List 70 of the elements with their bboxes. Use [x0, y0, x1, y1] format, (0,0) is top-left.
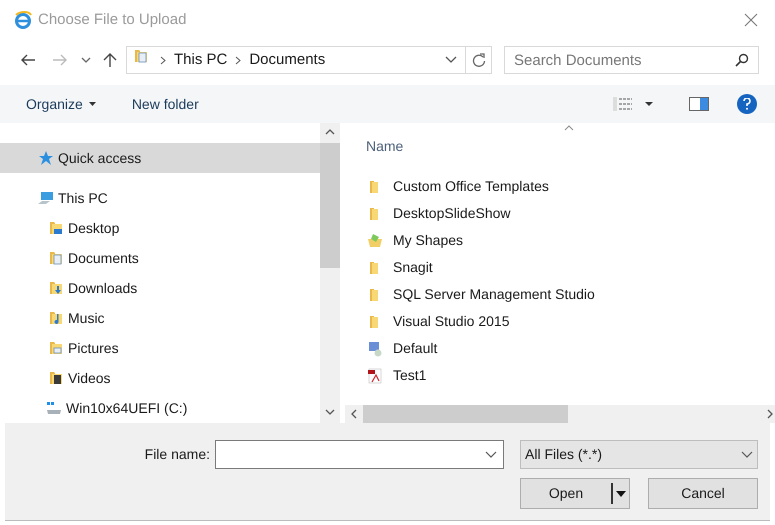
file-type-dropdown[interactable]: All Files (*.*) — [520, 440, 758, 469]
videos-folder-icon — [48, 370, 64, 386]
file-item[interactable]: Test1 — [345, 362, 775, 389]
scrollbar-thumb[interactable] — [320, 143, 340, 268]
shapes-folder-icon — [367, 232, 383, 248]
address-bar[interactable]: This PC Documents — [126, 46, 492, 74]
back-arrow-icon — [20, 54, 36, 66]
breadcrumb-item[interactable]: This PC — [171, 48, 230, 72]
help-button[interactable] — [737, 94, 757, 114]
search-field[interactable]: Search Documents — [504, 46, 759, 74]
nav-item[interactable]: Quick access — [0, 143, 320, 173]
file-item[interactable]: Custom Office Templates — [345, 173, 775, 200]
scroll-down-icon — [325, 409, 335, 415]
name-column-header[interactable]: Name — [366, 136, 404, 157]
vertical-scrollbar[interactable] — [320, 123, 340, 423]
refresh-icon — [472, 53, 486, 67]
organize-button[interactable]: Organize — [18, 94, 104, 114]
nav-item[interactable]: Desktop — [0, 213, 320, 243]
file-item[interactable]: Default — [345, 335, 775, 362]
nav-item[interactable]: Win10x64UEFI (C:) — [0, 393, 320, 423]
dropdown-icon — [741, 450, 753, 458]
details-view-icon — [613, 97, 633, 111]
file-item[interactable]: SQL Server Management Studio — [345, 281, 775, 308]
nav-item[interactable]: This PC — [0, 183, 320, 213]
caret-icon — [88, 102, 96, 106]
star-icon — [38, 150, 54, 166]
file-name-field[interactable] — [215, 440, 504, 469]
documents-folder-icon — [48, 250, 64, 266]
view-options-button[interactable] — [613, 97, 653, 111]
preview-pane-button[interactable] — [689, 96, 709, 112]
file-item[interactable]: DesktopSlideShow — [345, 200, 775, 227]
downloads-folder-icon — [48, 280, 64, 296]
file-item[interactable]: Visual Studio 2015 — [345, 308, 775, 335]
scroll-left-icon — [351, 409, 357, 419]
computer-icon — [38, 190, 54, 206]
nav-item[interactable]: Documents — [0, 243, 320, 273]
breadcrumb-item[interactable]: Documents — [246, 48, 328, 72]
pictures-folder-icon — [48, 340, 64, 356]
pdf-file-icon — [367, 368, 383, 384]
browser-logo-icon — [14, 11, 32, 29]
new-folder-button[interactable]: New folder — [132, 94, 199, 114]
nav-item[interactable]: Videos — [0, 363, 320, 393]
scroll-up-icon — [325, 129, 335, 135]
drive-icon — [46, 400, 62, 416]
window-title: Choose File to Upload — [38, 10, 186, 30]
file-item[interactable]: Snagit — [345, 254, 775, 281]
computer-shortcut-icon — [367, 340, 383, 356]
desktop-folder-icon — [48, 220, 64, 236]
open-options-button[interactable] — [611, 483, 629, 504]
caret-icon — [645, 102, 653, 106]
caret-icon — [616, 490, 626, 496]
dropdown-icon — [485, 450, 497, 458]
scroll-right-icon — [767, 409, 773, 419]
cancel-button[interactable]: Cancel — [648, 478, 758, 509]
nav-item[interactable]: Music — [0, 303, 320, 333]
sort-ascending-icon — [564, 125, 574, 131]
help-icon — [743, 98, 751, 110]
file-name-label: File name: — [144, 445, 210, 464]
nav-item[interactable]: Pictures — [0, 333, 320, 363]
file-item[interactable]: My Shapes — [345, 227, 775, 254]
up-arrow-icon — [103, 52, 117, 68]
preview-pane-icon — [689, 97, 709, 111]
horizontal-scrollbar[interactable] — [345, 405, 775, 423]
music-folder-icon — [48, 310, 64, 326]
chevron-down-icon — [81, 57, 91, 63]
scrollbar-thumb[interactable] — [363, 405, 568, 423]
forward-arrow-icon — [52, 54, 68, 66]
search-icon — [735, 53, 749, 67]
nav-item[interactable]: Downloads — [0, 273, 320, 303]
documents-folder-icon — [133, 48, 149, 64]
